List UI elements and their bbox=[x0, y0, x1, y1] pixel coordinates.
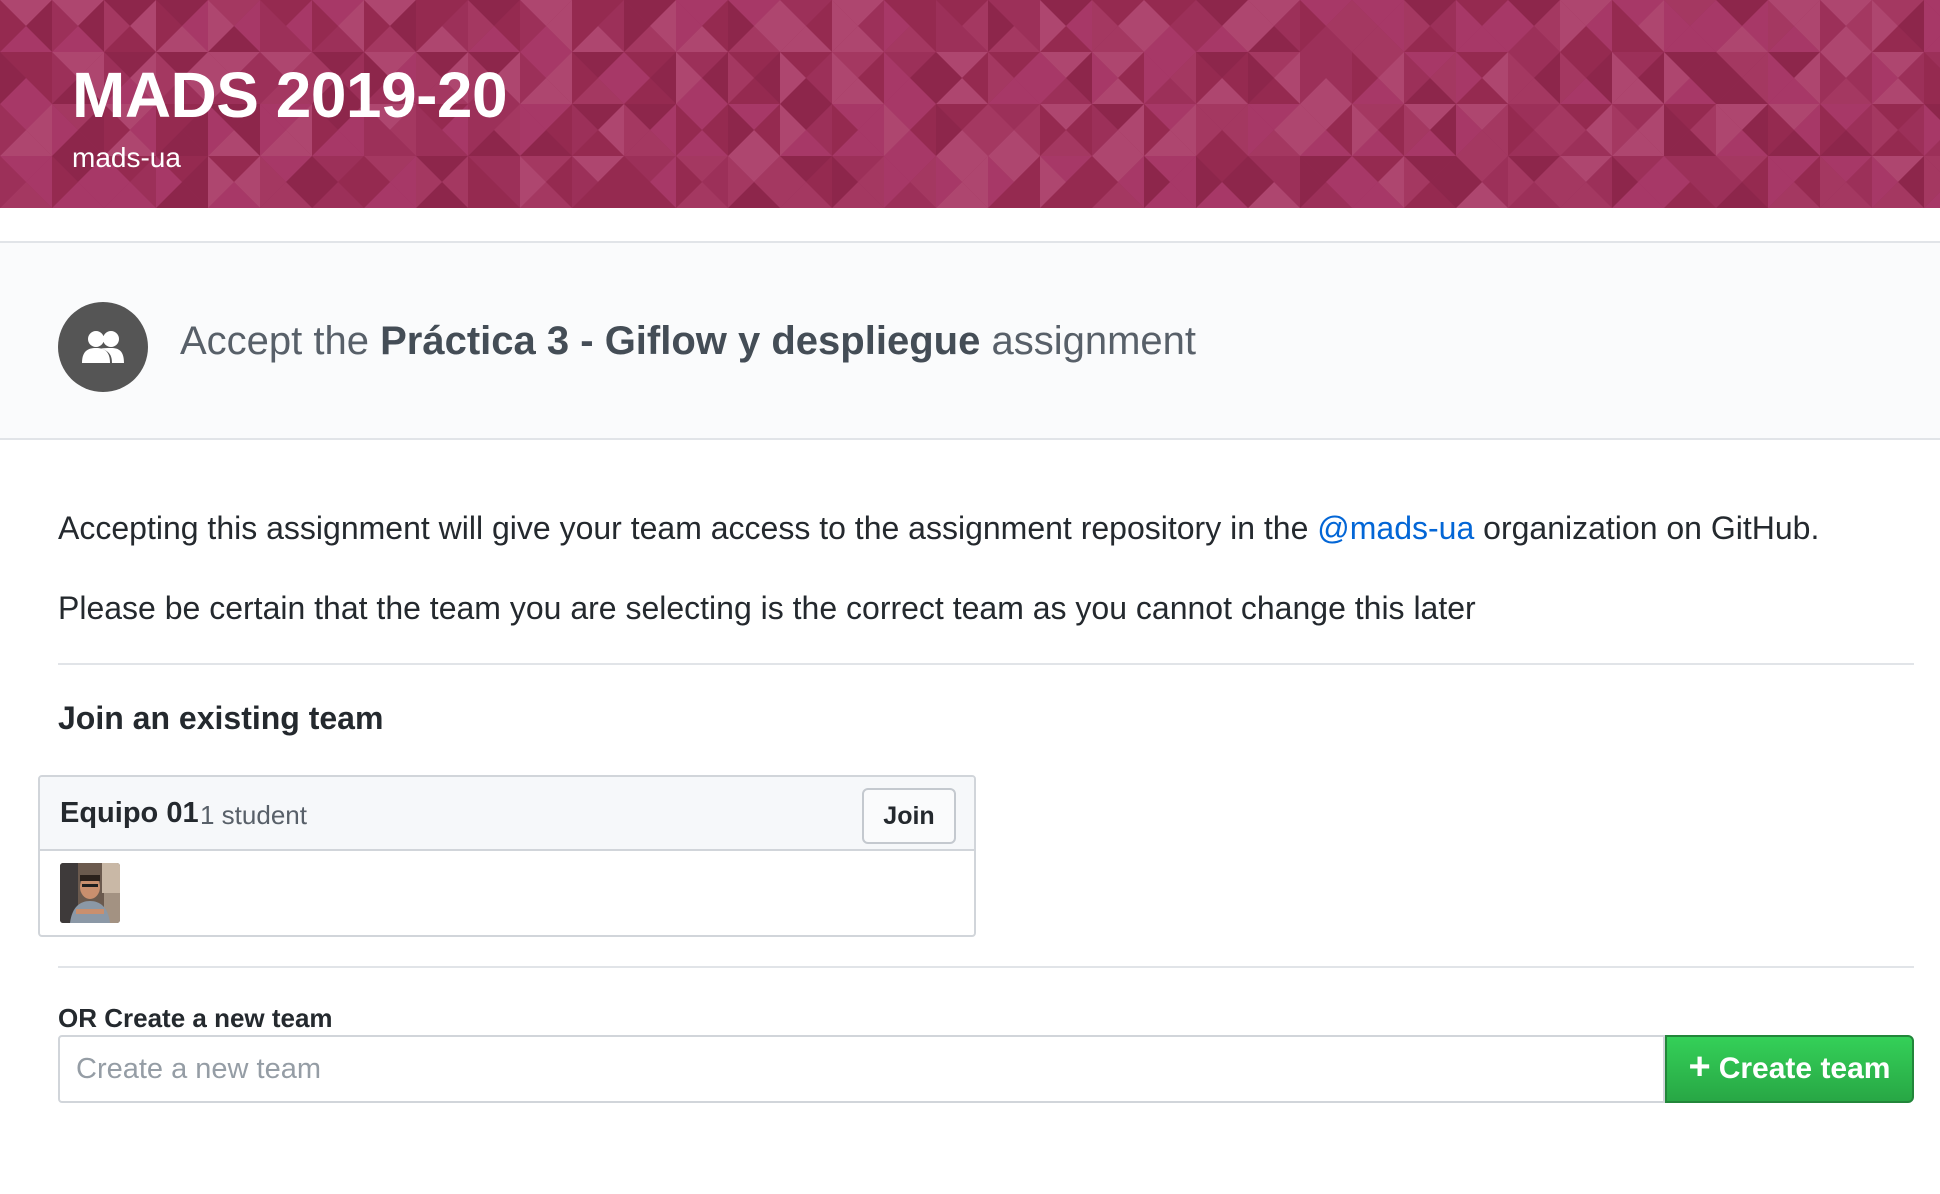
access-info-text: Accepting this assignment will give your… bbox=[58, 510, 1819, 547]
access-info-end: organization on GitHub. bbox=[1474, 510, 1820, 546]
member-avatar[interactable] bbox=[60, 863, 120, 923]
create-team-button-label: Create team bbox=[1718, 1052, 1891, 1085]
plus-icon: + bbox=[1688, 1046, 1711, 1088]
assignment-header: Accept the Práctica 3 - Giflow y desplie… bbox=[0, 241, 1940, 440]
header-banner: MADS 2019-20 mads-ua bbox=[0, 0, 1940, 208]
classroom-title: MADS 2019-20 bbox=[72, 59, 508, 131]
assignment-title-suffix: assignment bbox=[980, 319, 1196, 363]
join-team-heading: Join an existing team bbox=[58, 700, 384, 736]
assignment-title-prefix: Accept the bbox=[180, 319, 381, 363]
organization-link[interactable]: @mads-ua bbox=[1317, 510, 1474, 546]
create-team-label: OR Create a new team bbox=[58, 1003, 333, 1033]
organization-name: mads-ua bbox=[72, 142, 181, 173]
team-name: Equipo 01 bbox=[60, 797, 199, 829]
team-name-input[interactable] bbox=[58, 1035, 1665, 1103]
team-card-header: Equipo 01 1 student Join bbox=[40, 777, 974, 851]
access-info-start: Accepting this assignment will give your… bbox=[58, 510, 1318, 546]
team-card: Equipo 01 1 student Join bbox=[38, 775, 976, 937]
divider bbox=[58, 966, 1914, 968]
create-team-button[interactable]: + Create team bbox=[1665, 1035, 1914, 1103]
divider bbox=[58, 663, 1914, 665]
assignment-name: Práctica 3 - Giflow y despliegue bbox=[380, 319, 981, 363]
team-member-count: 1 student bbox=[200, 800, 307, 830]
assignment-title: Accept the Práctica 3 - Giflow y desplie… bbox=[180, 319, 1196, 364]
warning-text: Please be certain that the team you are … bbox=[58, 590, 1476, 626]
join-team-button[interactable]: Join bbox=[862, 788, 956, 844]
people-icon bbox=[58, 302, 148, 392]
